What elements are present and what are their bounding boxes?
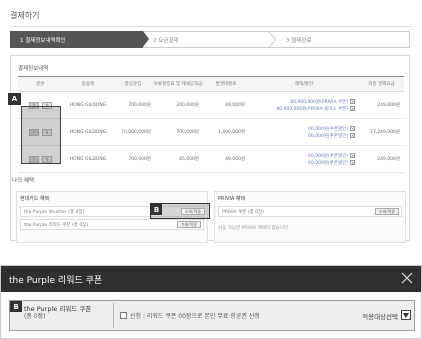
col-header: 혜택/할인: [294, 82, 314, 87]
section-gap: [0, 247, 422, 265]
reward-coupon-modal: the Purple 리워드 쿠폰 the Purple 리워드 쿠폰 (총 0…: [0, 265, 422, 339]
privia-coupon-row: PRIVIA 쿠폰 (총 0장) 조회/적용: [218, 206, 402, 217]
table-row: Y N HONG GILDONG 700,000원 85,000원 49,000…: [18, 146, 404, 173]
step-3: 3 결제완료: [276, 31, 410, 48]
chevron-down-icon: [403, 312, 409, 318]
tax-cell: 700,000원: [176, 130, 199, 135]
step-indicator: 1 결제정보내역확인 2 요금결제 3 결제완료: [10, 31, 410, 48]
my-benefits-title: 나의 혜택: [12, 178, 34, 184]
marker-a: A: [8, 93, 21, 105]
target-select-label[interactable]: 적용대상선택: [362, 311, 398, 321]
title-divider: [10, 26, 412, 27]
table-header: 분반 탑승객 항공운임 유류할증료 및 제세공과금 발권대행료 혜택/할인 최종…: [18, 77, 404, 92]
privia-coupon-label: PRIVIA 쿠폰 (총 0장): [222, 209, 264, 215]
tax-cell: 85,000원: [179, 157, 199, 162]
tax-cell: 200,000원: [176, 103, 199, 108]
remove-icon[interactable]: ×: [350, 153, 355, 158]
remove-icon[interactable]: ×: [350, 133, 355, 138]
total-cell: 17,249,000원: [370, 130, 400, 135]
select-column-highlight: [21, 106, 61, 164]
step-2-label: 2 요금결제: [153, 37, 179, 44]
step-1-label: 1 결제정보내역확인: [20, 37, 66, 44]
modal-title: the Purple 리워드 쿠폰: [9, 276, 103, 286]
passenger-cell: HONG GILDONG: [69, 156, 107, 162]
benefit-text: 00,000원(쿠폰할인): [308, 126, 348, 132]
modal-header: the Purple 리워드 쿠폰: [1, 266, 421, 292]
col-header: 탑승객: [81, 82, 95, 87]
reward-coupon-row: the Purple 리워드 쿠폰 (총 0장) 조회/적용: [20, 219, 204, 230]
step-3-label: 3 결제완료: [286, 37, 312, 44]
remove-icon[interactable]: ×: [350, 99, 355, 104]
coupon-name: the Purple 리워드 쿠폰 (총 0장): [24, 305, 91, 321]
benefit-cell: 00,000원(쿠폰할인) × 00,000원(쿠폰할인) ×: [249, 119, 359, 145]
close-icon[interactable]: [401, 272, 413, 284]
privia-benefits-title: PRIVIA 혜택: [218, 196, 246, 202]
privia-note: 사용 가능한 PRIVIA 혜택이 없습니다.: [218, 226, 290, 231]
payment-page: 결제하기 1 결제정보내역확인 2 요금결제 3 결제완료 결제정보내역 분반 …: [0, 0, 422, 246]
benefit-cell: 00,000원(쿠폰할인) × 00,000원(쿠폰할인) ×: [249, 146, 359, 172]
col-header: 최종 결제요금: [368, 82, 395, 87]
payment-info-title: 결제정보내역: [18, 66, 49, 72]
table-row: Y N HONG GILDONG 700,000원 200,000원 49,00…: [18, 92, 404, 119]
privia-benefits-box: PRIVIA 혜택 PRIVIA 쿠폰 (총 0장) 조회/적용 사용 가능한 …: [214, 191, 406, 243]
remove-icon[interactable]: ×: [350, 126, 355, 131]
reward-apply-button[interactable]: 조회/적용: [176, 221, 201, 228]
row-divider: [113, 303, 114, 328]
col-header: 항공운임: [124, 82, 142, 87]
benefit-text: 00,000원(쿠폰할인): [308, 153, 348, 159]
benefit-text: 80,900,000원(PRIVIA 쿠폰): [290, 99, 348, 105]
col-header: 발권대행료: [215, 82, 237, 87]
dropdown-button[interactable]: [401, 310, 411, 320]
fee-cell: 49,000원: [225, 103, 245, 108]
benefit-cell: 80,900,000원(PRIVIA 쿠폰) × 80,900,000원(PRIV…: [249, 92, 359, 118]
marker-b: B: [151, 204, 162, 215]
payment-table: 분반 탑승객 항공운임 유류할증료 및 제세공과금 발권대행료 혜택/할인 최종…: [18, 76, 404, 173]
total-cell: 249,000원: [377, 157, 400, 162]
step-1: 1 결제정보내역확인: [10, 31, 149, 48]
marker-b-modal: B: [10, 301, 22, 312]
hyundai-benefits-title: 현대카드 혜택: [20, 196, 50, 202]
benefit-text: 00,000원(쿠폰할인): [308, 133, 348, 139]
voucher-label: the Purple Voucher (총 0장): [24, 209, 85, 215]
apply-checkbox[interactable]: [120, 312, 127, 319]
coupon-description: 신청 : 리워드 쿠폰 00장으로 본인 무료 항공권 신청: [130, 313, 260, 320]
passenger-cell: HONG GILDONG: [69, 129, 107, 135]
reward-coupon-label: the Purple 리워드 쿠폰 (총 0장): [24, 222, 89, 228]
benefit-text: 00,000원(쿠폰할인): [308, 160, 348, 166]
coupon-count: (총 0장): [24, 313, 46, 320]
fee-cell: 49,000원: [225, 157, 245, 162]
coupon-name-label: the Purple 리워드 쿠폰: [24, 305, 92, 313]
remove-icon[interactable]: ×: [350, 106, 355, 111]
col-header: 분반: [36, 82, 45, 87]
benefit-text: 80,900,000원(PRIVIA 플러스 쿠폰): [276, 106, 348, 112]
fare-cell: 70,000,000원: [121, 130, 151, 135]
coupon-row: the Purple 리워드 쿠폰 (총 0장) 신청 : 리워드 쿠폰 00장…: [9, 300, 415, 331]
col-header: 유류할증료 및 제세공과금: [153, 82, 203, 87]
step-2: 2 요금결제: [143, 31, 277, 48]
page-title: 결제하기: [10, 11, 40, 20]
passenger-cell: HONG GILDONG: [69, 102, 107, 108]
remove-icon[interactable]: ×: [350, 160, 355, 165]
step-arrow-icon: [143, 31, 149, 47]
total-cell: 249,000원: [377, 103, 400, 108]
table-row: Y N HONG GILDONG 70,000,000원 700,000원 1,…: [18, 119, 404, 146]
privia-apply-button[interactable]: 조회/적용: [374, 208, 399, 215]
fare-cell: 700,000원: [128, 103, 151, 108]
fee-cell: 1,490,000원: [217, 130, 245, 135]
fare-cell: 700,000원: [128, 157, 151, 162]
apply-button-highlighted[interactable]: 조회/적용: [180, 208, 205, 215]
